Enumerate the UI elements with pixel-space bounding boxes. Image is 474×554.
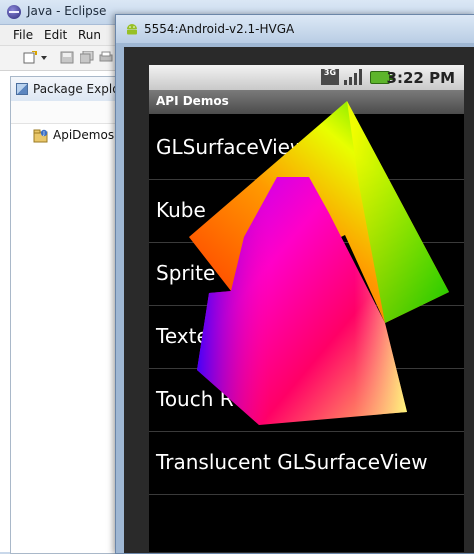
list-item-label: GLSurfaceView <box>156 135 307 159</box>
tree-item-label: ApiDemos <box>53 128 115 142</box>
menu-edit[interactable]: Edit <box>44 28 67 42</box>
svg-text:J: J <box>42 131 44 137</box>
list-item-glsurfaceview[interactable]: GLSurfaceView <box>149 117 464 180</box>
menu-run[interactable]: Run <box>78 28 101 42</box>
list-item-label: Texte <box>156 324 209 348</box>
emulator-window-title: 5554:Android-v2.1-HVGA <box>144 22 295 36</box>
app-title-bar: API Demos <box>149 90 464 114</box>
dropdown-arrow-icon[interactable] <box>40 51 48 64</box>
package-explorer-toolbar <box>11 101 131 124</box>
java-project-icon: J <box>33 129 48 143</box>
eclipse-icon <box>7 5 21 19</box>
network-3g-indicator: 3G <box>321 69 339 85</box>
emulator-title-bar[interactable]: 5554:Android-v2.1-HVGA <box>116 15 474 43</box>
list-item-label: Sprite <box>156 261 216 285</box>
save-all-icon[interactable] <box>80 51 94 64</box>
android-screen: 3G 3:22 PM API Demos GLSurfaceView Kube … <box>149 65 464 552</box>
list-item-translucent-glsurfaceview[interactable]: Translucent GLSurfaceView <box>149 432 464 495</box>
package-explorer-tab[interactable]: Package Explore <box>11 77 132 102</box>
signal-strength-icon <box>344 69 362 85</box>
list-item-label: Touch R <box>156 387 234 411</box>
eclipse-window-title: Java - Eclipse <box>27 4 107 18</box>
list-item-kube[interactable]: Kube <box>149 180 464 243</box>
list-item-label: Kube <box>156 198 206 222</box>
list-item-text[interactable]: Texte <box>149 306 464 369</box>
package-explorer-view: Package Explore J ApiDemos <box>10 76 132 554</box>
android-icon <box>127 24 137 35</box>
app-title: API Demos <box>156 94 229 108</box>
list-item-touch[interactable]: Touch R <box>149 369 464 432</box>
list-item-sprite[interactable]: Sprite <box>149 243 464 306</box>
new-wizard-icon[interactable] <box>23 51 37 64</box>
menu-file[interactable]: File <box>13 28 33 42</box>
list-item-label: Translucent GLSurfaceView <box>156 450 428 474</box>
status-clock: 3:22 PM <box>386 69 455 87</box>
save-icon[interactable] <box>60 51 74 64</box>
android-status-bar: 3G 3:22 PM <box>149 65 464 90</box>
print-icon[interactable] <box>99 51 113 64</box>
package-explorer-icon <box>16 83 28 95</box>
